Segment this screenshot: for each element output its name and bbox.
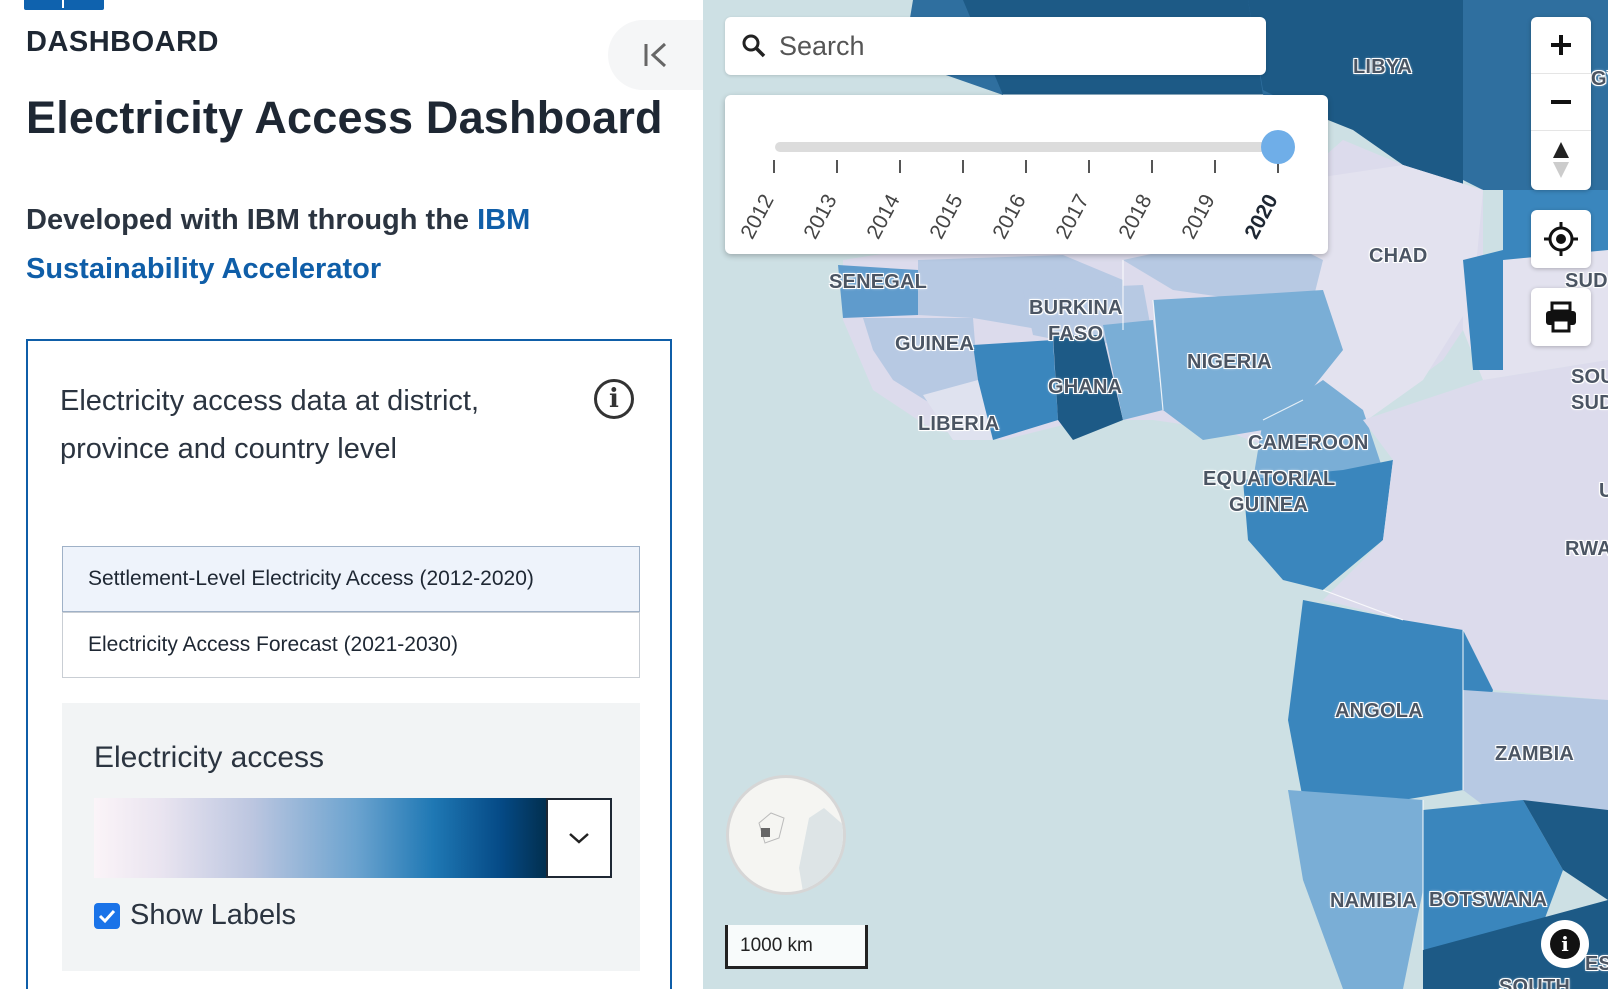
time-tick xyxy=(773,160,775,173)
locate-button[interactable] xyxy=(1531,210,1591,268)
label-sou: SOU xyxy=(1571,366,1608,388)
app-window: DASHBOARD Electricity Access Dashboard D… xyxy=(0,0,1608,989)
time-tick-label-2019[interactable]: 2019 xyxy=(1177,191,1220,244)
time-tick-label-2012[interactable]: 2012 xyxy=(736,191,779,244)
label-burkina-2: FASO xyxy=(1048,323,1104,345)
collapse-left-icon xyxy=(644,42,667,68)
color-ramp xyxy=(94,798,546,878)
time-tick xyxy=(1025,160,1027,173)
time-tick-label-2017[interactable]: 2017 xyxy=(1051,191,1094,244)
label-zambia: ZAMBIA xyxy=(1495,743,1574,765)
label-south: SOUTH xyxy=(1499,976,1570,989)
label-libya: LIBYA xyxy=(1353,56,1413,78)
locate-icon xyxy=(1544,222,1578,256)
collapse-sidebar-button[interactable] xyxy=(608,20,703,90)
logo xyxy=(24,0,104,10)
zoom-out-button[interactable] xyxy=(1531,74,1591,131)
layer-card: Electricity access data at district, pro… xyxy=(26,339,672,989)
show-labels-checkbox[interactable] xyxy=(94,902,120,929)
time-tick-label-2015[interactable]: 2015 xyxy=(925,191,968,244)
label-cameroon: CAMEROON xyxy=(1248,432,1369,454)
time-tick xyxy=(1214,160,1216,173)
layer-option-forecast[interactable]: Electricity Access Forecast (2021-2030) xyxy=(62,612,640,678)
brand-label: DASHBOARD xyxy=(26,26,219,58)
time-slider-track[interactable] xyxy=(775,142,1285,152)
label-senegal: SENEGAL xyxy=(829,271,928,293)
time-tick-label-2013[interactable]: 2013 xyxy=(799,191,842,244)
time-tick xyxy=(962,160,964,173)
label-rwa: RWA xyxy=(1565,538,1608,560)
minus-icon xyxy=(1551,100,1571,104)
time-tick xyxy=(1088,160,1090,173)
subtitle-text: Developed with IBM through the xyxy=(26,204,478,236)
print-icon xyxy=(1546,301,1576,333)
info-icon[interactable]: i xyxy=(594,379,634,419)
layer-option-label: Electricity Access Forecast (2021-2030) xyxy=(88,633,458,656)
compass-icon xyxy=(1553,141,1569,178)
scale-label: 1000 km xyxy=(740,934,813,956)
time-tick xyxy=(1151,160,1153,173)
page-title: Electricity Access Dashboard xyxy=(26,92,663,143)
label-namibia: NAMIBIA xyxy=(1330,890,1417,912)
zoom-controls xyxy=(1531,17,1591,190)
label-burkina-1: BURKINA xyxy=(1029,297,1123,319)
scale-bar: 1000 km xyxy=(725,925,868,969)
label-es: ES xyxy=(1585,953,1608,975)
label-chad: CHAD xyxy=(1369,245,1428,267)
show-labels-toggle[interactable]: Show Labels xyxy=(94,899,296,932)
search-input[interactable] xyxy=(779,30,1249,62)
time-slider-thumb[interactable] xyxy=(1261,130,1295,164)
show-labels-label: Show Labels xyxy=(130,899,297,931)
time-tick-label-2018[interactable]: 2018 xyxy=(1114,191,1157,244)
legend: Electricity access Show Labels xyxy=(62,703,640,971)
label-eq-guinea-2: GUINEA xyxy=(1229,494,1308,516)
compass-button[interactable] xyxy=(1531,131,1591,188)
label-ghana: GHANA xyxy=(1048,376,1123,398)
attribution-button[interactable]: i xyxy=(1541,920,1589,968)
card-description: Electricity access data at district, pro… xyxy=(60,385,480,465)
label-guinea: GUINEA xyxy=(895,333,974,355)
search-icon xyxy=(742,34,766,58)
page-subtitle: Developed with IBM through the IBM Susta… xyxy=(26,196,626,294)
map-view[interactable]: LIBYA CHAD SENEGAL BURKINA FASO GUINEA G… xyxy=(703,0,1608,989)
time-tick xyxy=(836,160,838,173)
overview-map[interactable] xyxy=(726,775,846,895)
time-tick-label-2020[interactable]: 2020 xyxy=(1240,191,1283,244)
time-slider-panel: 2012 2013 2014 2015 2016 2017 2018 2019 2020 xyxy=(725,95,1328,254)
print-button[interactable] xyxy=(1531,288,1591,346)
legend-title: Electricity access xyxy=(94,741,325,774)
time-tick xyxy=(899,160,901,173)
search-box[interactable] xyxy=(725,17,1266,75)
zoom-in-button[interactable] xyxy=(1531,17,1591,74)
label-liberia: LIBERIA xyxy=(918,413,1000,435)
label-gy: GY xyxy=(1591,68,1608,90)
label-botswana: BOTSWANA xyxy=(1429,889,1548,911)
info-icon: i xyxy=(1550,929,1580,959)
sidebar: DASHBOARD Electricity Access Dashboard D… xyxy=(0,0,703,989)
layer-option-label: Settlement-Level Electricity Access (201… xyxy=(88,567,534,590)
label-eq-guinea-1: EQUATORIAL xyxy=(1203,468,1336,490)
label-angola: ANGOLA xyxy=(1335,700,1423,722)
chevron-down-icon xyxy=(569,833,589,844)
layer-option-settlement[interactable]: Settlement-Level Electricity Access (201… xyxy=(62,546,640,612)
time-tick-label-2014[interactable]: 2014 xyxy=(862,191,905,244)
label-nigeria: NIGERIA xyxy=(1187,351,1272,373)
label-u: U xyxy=(1599,480,1608,502)
plus-icon xyxy=(1551,35,1571,55)
label-sud-2: SUD xyxy=(1571,392,1608,414)
check-icon xyxy=(98,909,116,923)
color-ramp-dropdown[interactable] xyxy=(546,798,612,878)
time-tick-label-2016[interactable]: 2016 xyxy=(988,191,1031,244)
